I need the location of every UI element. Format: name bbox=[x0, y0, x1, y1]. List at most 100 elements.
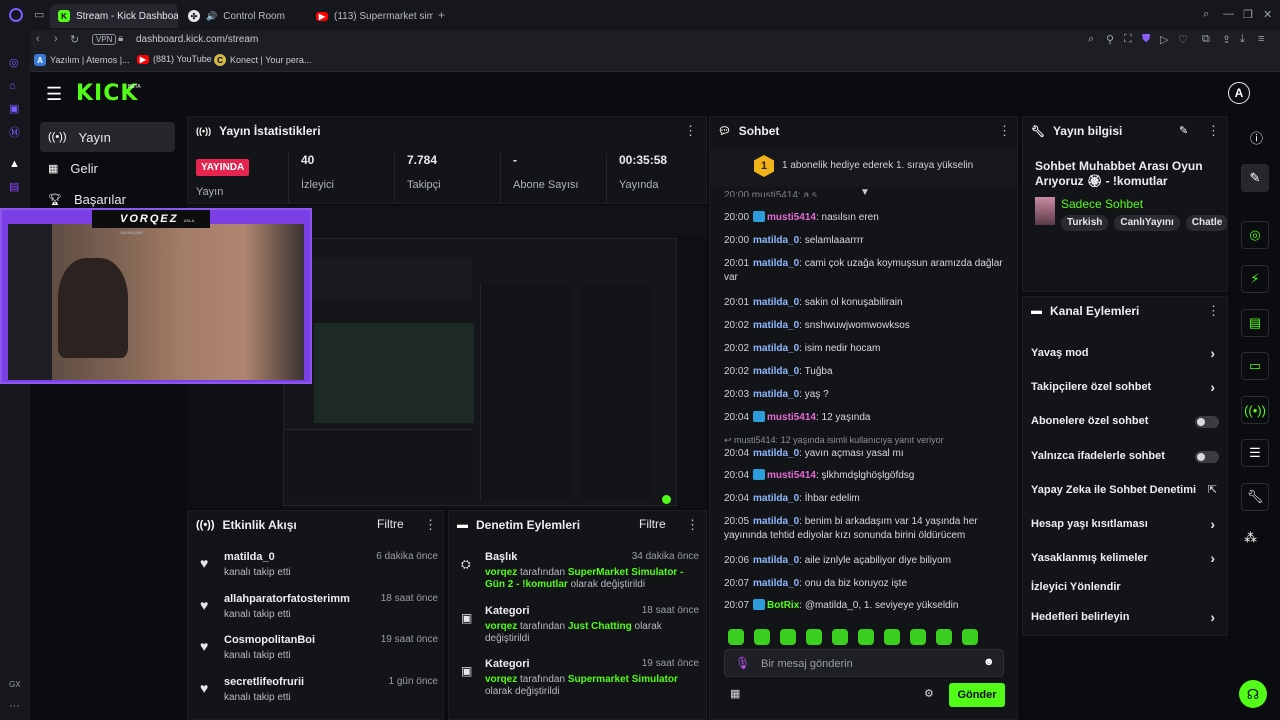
aria-icon[interactable]: ◎ bbox=[9, 56, 19, 69]
chevron-right-icon[interactable]: › bbox=[1210, 609, 1215, 625]
preview-video[interactable] bbox=[283, 238, 677, 506]
reload-icon[interactable]: ↻ bbox=[70, 33, 79, 46]
activity-row[interactable]: ♥ CosmopolitanBoi kanalı takip etti 19 saat… bbox=[198, 634, 438, 676]
chat-message[interactable]: 20:05 matilda_0: benim bi arkadaşım var 1… bbox=[724, 515, 1004, 543]
chat-message[interactable]: 20:00 musti5414: nasılsın eren bbox=[724, 211, 1004, 225]
tab-kick-dashboard[interactable]: K Stream - Kick Dashboard bbox=[50, 4, 178, 28]
chat-settings-icon[interactable]: ⚙ bbox=[924, 687, 934, 700]
tag[interactable]: Chatle bbox=[1185, 215, 1227, 231]
chat-username[interactable]: matilda_0 bbox=[753, 258, 799, 269]
chat-username[interactable]: matilda_0 bbox=[753, 366, 799, 377]
chat-message[interactable]: 20:07 BotRix: @matilda_0, 1. seviyeye yük… bbox=[724, 599, 1004, 613]
chat-username[interactable]: matilda_0 bbox=[753, 578, 799, 589]
channel-action-item[interactable]: Yavaş mod › bbox=[1031, 345, 1221, 363]
chat-message[interactable]: 20:02 matilda_0: isim nedir hocam bbox=[724, 342, 1004, 356]
emote-icon[interactable] bbox=[910, 629, 926, 645]
moderator-name[interactable]: vorqez bbox=[485, 567, 517, 578]
chat-username[interactable]: matilda_0 bbox=[753, 297, 799, 308]
channel-action-item[interactable]: İzleyici Yönlendir bbox=[1031, 579, 1221, 597]
player-icon[interactable]: ▣ bbox=[9, 102, 19, 115]
back-icon[interactable]: ‹ bbox=[36, 33, 40, 45]
chat-username[interactable]: musti5414 bbox=[767, 412, 816, 423]
emote-icon[interactable] bbox=[858, 629, 874, 645]
stream-info-menu-icon[interactable]: ⋮ bbox=[1207, 123, 1220, 139]
chevron-right-icon[interactable]: › bbox=[1210, 379, 1215, 395]
moderation-row[interactable]: ▣ Kategori 18 saat önce vorqez tarafından J… bbox=[459, 605, 699, 655]
vpn-badge[interactable]: VPN bbox=[92, 34, 117, 45]
forward-icon[interactable]: › bbox=[54, 33, 58, 45]
chat-username[interactable]: matilda_0 bbox=[753, 320, 799, 331]
chat-username[interactable]: matilda_0 bbox=[753, 235, 799, 246]
extensions-icon[interactable]: ⧉ bbox=[1202, 33, 1210, 46]
toggle-switch[interactable] bbox=[1195, 416, 1219, 428]
bookmark-konect[interactable]: C Konect | Your pera... bbox=[214, 54, 311, 66]
chat-username[interactable]: matilda_0 bbox=[753, 389, 799, 400]
bookmark-youtube[interactable]: ▶ (881) YouTube bbox=[137, 54, 212, 64]
broadcast-tool-icon[interactable]: ((•)) bbox=[1241, 396, 1269, 424]
edit-icon[interactable]: ✎ bbox=[1179, 124, 1188, 137]
pin-icon[interactable]: ⚲ bbox=[1106, 33, 1114, 46]
nav-item-yayin[interactable]: ((•)) Yayın bbox=[40, 122, 175, 152]
emoji-icon[interactable]: ☻ bbox=[983, 656, 995, 668]
mic-icon[interactable]: 🎙︎ bbox=[735, 656, 750, 670]
pinned-goal[interactable]: 1 1 abonelik hediye ederek 1. sıraya yük… bbox=[710, 147, 1017, 187]
channel-action-item[interactable]: Yalnızca ifadelerle sohbet bbox=[1031, 448, 1221, 466]
search-tabs-icon[interactable]: ⌕ bbox=[1203, 8, 1209, 21]
moderation-menu-icon[interactable]: ⋮ bbox=[686, 517, 699, 533]
channel-action-item[interactable]: Yapay Zeka ile Sohbet Denetimi ⇱ bbox=[1031, 482, 1221, 500]
stats-menu-icon[interactable]: ⋮ bbox=[684, 123, 697, 139]
chat-username[interactable]: BotRix bbox=[767, 600, 799, 611]
edit-tool-icon[interactable]: ✎ bbox=[1241, 164, 1269, 192]
wrench-tool-icon[interactable]: 🔧︎ bbox=[1241, 483, 1269, 511]
emote-icon[interactable] bbox=[728, 629, 744, 645]
chat-message[interactable]: 20:06 matilda_0: aile iznlyle açabiliyor … bbox=[724, 554, 1004, 568]
emote-icon[interactable] bbox=[754, 629, 770, 645]
opera-logo-icon[interactable] bbox=[9, 8, 23, 22]
activity-username[interactable]: CosmopolitanBoi bbox=[224, 634, 374, 646]
external-link-icon[interactable]: ⇱ bbox=[1208, 483, 1217, 496]
chat-message[interactable]: 20:04 matilda_0: yavın açması yasal mı bbox=[724, 447, 1004, 461]
chat-message[interactable]: 20:03 matilda_0: yaş ? bbox=[724, 388, 1004, 402]
moderation-filter-button[interactable]: Filtre bbox=[639, 517, 666, 531]
hamburger-icon[interactable]: ☰ bbox=[46, 84, 62, 105]
channel-action-item[interactable]: Hedefleri belirleyin › bbox=[1031, 609, 1221, 627]
chat-message[interactable]: 20:01 matilda_0: sakin ol konuşabilirain bbox=[724, 296, 1004, 310]
workspace-icon[interactable]: ⌂ bbox=[9, 80, 16, 92]
channel-actions-menu-icon[interactable]: ⋮ bbox=[1207, 303, 1220, 319]
activity-menu-icon[interactable]: ⋮ bbox=[424, 517, 437, 533]
info-icon[interactable]: ⓘ bbox=[1250, 128, 1263, 147]
heart-icon[interactable]: ♡ bbox=[1178, 33, 1188, 46]
activity-row[interactable]: ♥ matilda_0 kanalı takip etti 6 dakika önce bbox=[198, 551, 438, 593]
dots-tool-icon[interactable]: ⁂ bbox=[1244, 530, 1257, 546]
chat-message[interactable]: 20:04 matilda_0: İhbar edelim bbox=[724, 492, 1004, 506]
activity-username[interactable]: matilda_0 bbox=[224, 551, 374, 563]
notes-tool-icon[interactable]: ▤ bbox=[1241, 309, 1269, 337]
send-button[interactable]: Gönder bbox=[949, 683, 1005, 707]
lock-icon[interactable]: 🔒︎ bbox=[118, 33, 123, 44]
activity-row[interactable]: ♥ allahparatorfatosterimm kanalı takip ett… bbox=[198, 593, 438, 635]
category-name[interactable]: Sadece Sohbet bbox=[1061, 197, 1143, 211]
chat-message[interactable]: 20:04 musti5414: şlkhmdşlghöşlgöfdsg bbox=[724, 469, 1004, 483]
chat-username[interactable]: matilda_0 bbox=[753, 516, 799, 527]
activity-username[interactable]: allahparatorfatosterimm bbox=[224, 593, 374, 605]
channel-action-item[interactable]: Takipçilere özel sohbet › bbox=[1031, 379, 1221, 397]
emote-icon[interactable] bbox=[832, 629, 848, 645]
share-icon[interactable]: ⇪ bbox=[1222, 33, 1231, 46]
chevron-right-icon[interactable]: › bbox=[1210, 550, 1215, 566]
tab-menu-icon[interactable]: ▭ bbox=[34, 8, 44, 21]
chat-username[interactable]: matilda_0 bbox=[753, 493, 799, 504]
moderator-name[interactable]: vorqez bbox=[485, 674, 517, 685]
activity-username[interactable]: secretlifeofrurii bbox=[224, 676, 374, 688]
chat-username[interactable]: matilda_0 bbox=[753, 448, 799, 459]
nav-item-gelir[interactable]: ▦ Gelir bbox=[40, 153, 175, 183]
zoom-icon[interactable]: ⌕ bbox=[1088, 33, 1094, 46]
channel-action-item[interactable]: Yasaklanmış kelimeler › bbox=[1031, 550, 1221, 568]
tag[interactable]: CanlıYayını bbox=[1114, 215, 1180, 231]
more-icon[interactable]: ··· bbox=[9, 700, 20, 712]
twitch-icon[interactable]: ▤ bbox=[9, 180, 19, 193]
chat-username[interactable]: musti5414 bbox=[767, 212, 816, 223]
emote-icon[interactable] bbox=[780, 629, 796, 645]
support-icon[interactable]: ☊ bbox=[1239, 680, 1267, 708]
chat-tool-icon[interactable]: ▭ bbox=[1241, 352, 1269, 380]
moderation-row[interactable]: ⛭ Başlık 34 dakika önce vorqez tarafından S… bbox=[459, 551, 699, 601]
